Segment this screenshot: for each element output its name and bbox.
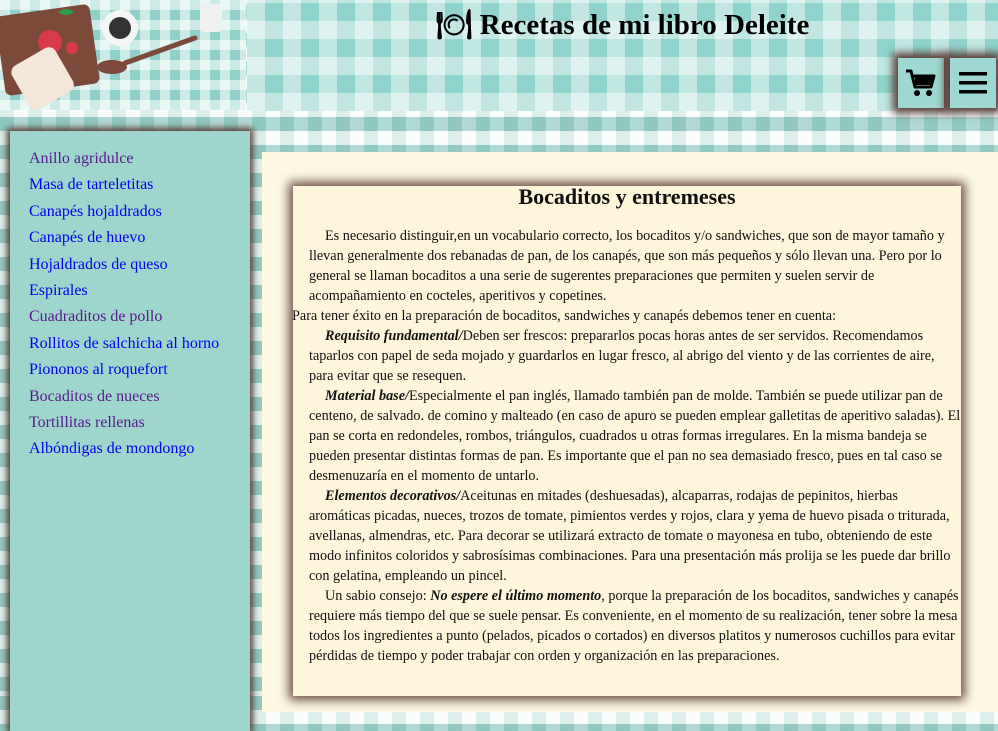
recipe-link-tortillitas-rellenas[interactable]: Tortillitas rellenas [29,414,145,431]
emphasis-consejo: No espere el último momento [430,588,602,604]
sidebar-item: Hojaldrados de queso [29,255,250,281]
recipe-link-canapes-hojaldrados[interactable]: Canapés hojaldrados [29,203,162,220]
recipe-link-bocaditos-de-nueces[interactable]: Bocaditos de nueces [29,388,160,405]
recipe-link-anillo-agridulce[interactable]: Anillo agridulce [29,150,133,167]
cooking-illustration [0,4,222,110]
cart-button[interactable] [898,58,944,108]
cart-icon [906,69,936,96]
article-paragraph-intro: Es necesario distinguir,en un vocabulari… [309,228,945,304]
text-consejo-lead: Un sabio consejo: [325,588,431,604]
recipe-link-canapes-de-huevo[interactable]: Canapés de huevo [29,229,145,246]
article-paragraph-requisito: Requisito fundamental/Deben ser frescos:… [293,326,961,386]
article-paragraph-requirements-intro: Para tener éxito en la preparación de bo… [292,308,837,324]
recipe-link-cuadraditos-de-pollo[interactable]: Cuadraditos de pollo [29,308,162,325]
site-header: 🍽 Recetas de mi libro Deleite [247,0,998,111]
sidebar-item: Bocaditos de nueces [29,387,250,413]
sidebar-item: Rollitos de salchicha al horno [29,334,250,360]
menu-button[interactable] [950,58,996,108]
sidebar-item: Anillo agridulce [29,149,250,175]
recipe-link-rollitos-de-salchicha[interactable]: Rollitos de salchicha al horno [29,335,219,352]
article-paragraph-material: Material base/Especialmente el pan inglé… [293,386,961,486]
sidebar-item: Masa de tarteletitas [29,175,250,201]
article-paragraph-consejo: Un sabio consejo: No espere el último mo… [293,586,961,666]
sidebar-item: Albóndigas de mondongo [29,439,250,465]
label-requisito-fundamental: Requisito fundamental/ [325,328,463,344]
article-title: Bocaditos y entremeses [518,184,736,209]
recipe-link-espirales[interactable]: Espirales [29,282,88,299]
sidebar-item: Canapés hojaldrados [29,202,250,228]
sidebar-item: Cuadraditos de pollo [29,307,250,333]
recipe-link-albondigas-de-mondongo[interactable]: Albóndigas de mondongo [29,440,194,457]
recipe-link-masa-de-tarteletitas[interactable]: Masa de tarteletitas [29,176,153,193]
sidebar-item: Espirales [29,281,250,307]
sidebar-item: Piononos al roquefort [29,360,250,386]
hamburger-menu-icon [959,72,987,94]
recipe-list: Anillo agridulce Masa de tarteletitas Ca… [10,131,250,466]
sidebar-item: Canapés de huevo [29,228,250,254]
sidebar-item: Tortillitas rellenas [29,413,250,439]
site-title: 🍽 Recetas de mi libro Deleite [435,9,810,41]
label-material-base: Material base/ [325,388,409,404]
recipe-link-piononos-al-roquefort[interactable]: Piononos al roquefort [29,361,168,378]
label-elementos-decorativos: Elementos decorativos/ [325,488,461,504]
recipe-link-hojaldrados-de-queso[interactable]: Hojaldrados de queso [29,256,168,273]
recipe-article: Bocaditos y entremeses Es necesario dist… [292,184,961,696]
site-logo-illustration [0,0,246,110]
recipe-sidebar: Anillo agridulce Masa de tarteletitas Ca… [10,131,250,731]
article-paragraph-decorativos: Elementos decorativos/Aceitunas en mitad… [293,486,961,586]
